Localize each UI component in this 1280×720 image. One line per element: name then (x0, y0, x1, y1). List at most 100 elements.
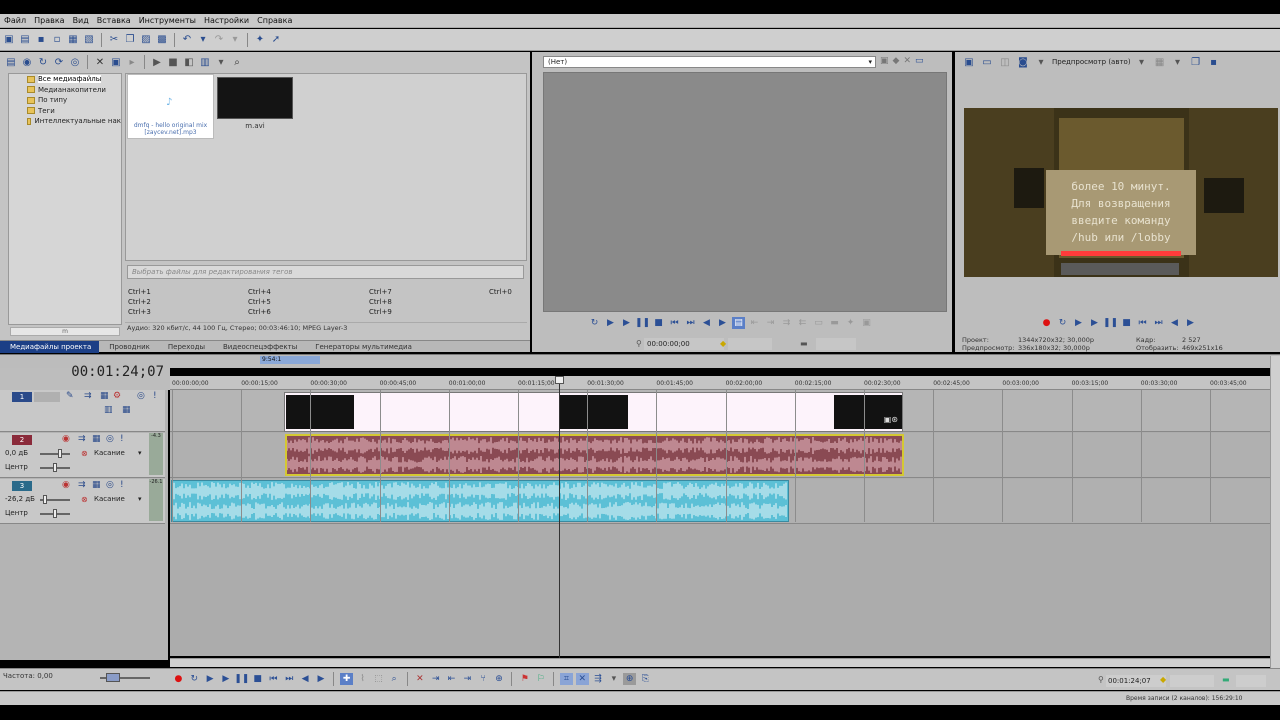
add-to-timeline-icon[interactable]: ⇉ (780, 317, 793, 329)
stop-icon[interactable]: ■ (1120, 317, 1133, 329)
prev-frame-icon[interactable]: ◀ (700, 317, 713, 329)
track-header-audio[interactable]: 3 ◉ ⇉ ▦ ◎ ! -26,2 дБ ⊗ Касание ▾ Центр -… (0, 479, 165, 524)
overlays-dropdown-icon[interactable]: ▾ (1171, 55, 1185, 69)
mark-in-icon[interactable]: ▤ (732, 317, 745, 329)
play-media-icon[interactable]: ▶ (150, 55, 164, 69)
split-screen-icon[interactable]: ◙ (1016, 55, 1030, 69)
loop-icon[interactable]: ↻ (1056, 317, 1069, 329)
copy-snapshot-icon[interactable]: ❐ (1189, 55, 1203, 69)
trim-icon[interactable]: ⇥ (429, 673, 442, 685)
go-to-start-icon[interactable]: ⏮ (1136, 317, 1149, 329)
tree-item-media-bins[interactable]: Медианакопители (9, 85, 121, 96)
menu-view[interactable]: Вид (71, 16, 95, 25)
menu-help[interactable]: Справка (255, 16, 298, 25)
go-to-end-icon[interactable]: ⏭ (684, 317, 697, 329)
cursor-time-display[interactable]: 00:01:24;07 (1106, 675, 1166, 687)
zoom-tool-icon[interactable]: ⌕ (388, 673, 401, 685)
automation-mode-icon[interactable]: ⊗ (81, 449, 88, 458)
trimmer-marker-icon[interactable]: ◆ (893, 56, 900, 68)
trimmer-clear-icon[interactable]: ✕ (903, 56, 911, 68)
chevron-down-icon[interactable]: ▾ (138, 495, 142, 503)
menu-file[interactable]: Файл (2, 16, 32, 25)
prev-frame-icon[interactable]: ◀ (1168, 317, 1181, 329)
autopreview-icon[interactable]: ◧ (182, 55, 196, 69)
clip-fx-icon[interactable]: ▣⊛ (884, 415, 898, 424)
loop-icon[interactable]: ↻ (188, 673, 201, 685)
selection-tool-icon[interactable]: ⬚ (372, 673, 385, 685)
remove-icon[interactable]: ✕ (93, 55, 107, 69)
timeline-vertical-scrollbar[interactable] (1270, 356, 1280, 668)
new-project-icon[interactable]: ▣ (2, 33, 16, 47)
gear-icon[interactable]: ⚙ (113, 391, 121, 401)
ignore-grouping-icon[interactable]: ⎘ (639, 673, 652, 685)
record-icon[interactable]: ● (172, 673, 185, 685)
search-media-icon[interactable]: ◎ (68, 55, 82, 69)
play-icon[interactable]: ▶ (219, 673, 232, 685)
refresh-icon[interactable]: ⟳ (52, 55, 66, 69)
trimmer-time-display[interactable]: 00:00:00;00 (644, 338, 724, 350)
tab-transitions[interactable]: Переходы (158, 341, 213, 353)
mute-icon[interactable]: ! (120, 480, 124, 490)
tab-media-generators[interactable]: Генераторы мультимедиа (305, 341, 420, 353)
media-thumbnail-video[interactable] (217, 77, 293, 119)
track-fx-icon[interactable]: ⇉ (84, 391, 92, 401)
level-icon[interactable]: ▥ (104, 405, 113, 415)
envelope-tool-icon[interactable]: ⌇ (356, 673, 369, 685)
insert-marker-icon[interactable]: ⚑ (518, 673, 531, 685)
play-from-start-icon[interactable]: ▶ (1072, 317, 1085, 329)
pan-slider-thumb[interactable] (53, 463, 57, 472)
trimmer-snapshot-icon[interactable]: ▣ (860, 317, 873, 329)
ripple-dropdown-icon[interactable]: ▾ (607, 673, 620, 685)
save-icon[interactable]: ▪ (34, 33, 48, 47)
playhead-handle[interactable] (555, 376, 564, 384)
import-media-icon[interactable]: ▤ (4, 55, 18, 69)
overlays-icon[interactable]: ▦ (1153, 55, 1167, 69)
invert-phase-icon[interactable]: ▦ (92, 480, 101, 490)
timeline-tracks[interactable]: ▣⊛ (170, 390, 1270, 656)
audio-clip[interactable] (171, 480, 789, 522)
paste-icon[interactable]: ▨ (139, 33, 153, 47)
play-icon[interactable]: ▶ (1088, 317, 1101, 329)
solo-icon[interactable]: ◎ (106, 480, 114, 490)
pause-icon[interactable]: ❚❚ (635, 317, 650, 329)
capture-icon[interactable]: ◉ (20, 55, 34, 69)
fx-icon[interactable]: ◫ (998, 55, 1012, 69)
properties-icon[interactable]: ▧ (82, 33, 96, 47)
play-from-start-icon[interactable]: ▶ (204, 673, 217, 685)
undo-icon[interactable]: ↶ (180, 33, 194, 47)
next-frame-icon[interactable]: ▶ (1184, 317, 1197, 329)
auto-crossfade-icon[interactable]: ✕ (575, 673, 589, 685)
current-time-display[interactable]: 00:01:24;07 (60, 364, 164, 380)
trimmer-fx-icon[interactable]: ✦ (844, 317, 857, 329)
redo-dropdown-icon[interactable]: ▾ (228, 33, 242, 47)
timeline-horizontal-scrollbar[interactable] (170, 658, 1270, 667)
track-name[interactable] (34, 392, 60, 402)
timeline-marker[interactable]: 9:54:1 (260, 356, 320, 364)
video-clip[interactable]: ▣⊛ (284, 392, 903, 432)
audio-clip-selected[interactable] (285, 434, 904, 476)
open-icon[interactable]: ▤ (18, 33, 32, 47)
overwrite-icon[interactable]: ▬ (828, 317, 841, 329)
timeline-ruler[interactable]: 00:00:00;00 00:00:15;00 00:00:30;00 00:00:4… (170, 376, 1270, 390)
menu-tools[interactable]: Инструменты (137, 16, 202, 25)
auto-ripple-icon[interactable]: ⇶ (592, 673, 605, 685)
track-fx-icon[interactable]: ⇉ (78, 480, 86, 490)
duration-display[interactable] (1236, 675, 1266, 687)
volume-slider-thumb[interactable] (43, 495, 47, 504)
mute-icon[interactable]: ! (153, 391, 157, 401)
stop-icon[interactable]: ■ (251, 673, 264, 685)
trimmer-media-select[interactable]: (Нет) ▾ (543, 56, 876, 68)
solo-icon[interactable]: ◎ (106, 434, 114, 444)
external-monitor-icon[interactable]: ▭ (980, 55, 994, 69)
track-fx-icon[interactable]: ⇉ (78, 434, 86, 444)
rate-slider-thumb[interactable] (106, 673, 120, 682)
solo-icon[interactable]: ◎ (137, 391, 145, 401)
stop-icon[interactable]: ■ (652, 317, 665, 329)
save-as-icon[interactable]: ▫ (50, 33, 64, 47)
tree-item-smart-bins[interactable]: Интеллектуальные нак (9, 116, 121, 127)
menu-edit[interactable]: Правка (32, 16, 70, 25)
views-icon[interactable]: ▥ (198, 55, 212, 69)
record-arm-icon[interactable]: ◉ (62, 480, 70, 490)
delete-icon[interactable]: ▩ (155, 33, 169, 47)
preview-quality-select[interactable]: Предпросмотр (авто) (1052, 58, 1131, 66)
